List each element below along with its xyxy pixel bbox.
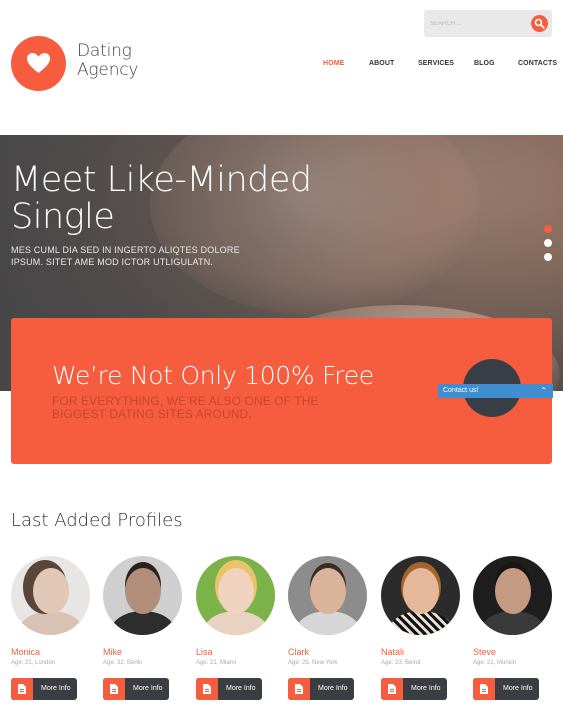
hero-title-line-2: Single [11,197,115,237]
more-info-label: More Info [318,685,348,692]
avatar[interactable] [473,556,552,635]
avatar-head [310,568,346,614]
button-icon-area [381,678,403,700]
logo[interactable] [11,36,66,91]
main-nav: HOME ABOUT SERVICES BLOG CONTACTS [318,60,558,70]
brand-line-2: Agency [77,60,139,80]
profile-meta: Age: 25, New York [288,660,338,666]
more-info-button[interactable]: More Info [288,678,354,700]
brand-name[interactable]: Dating Agency [77,42,138,80]
search-input[interactable] [430,16,526,31]
nav-services[interactable]: SERVICES [418,60,454,67]
document-icon [388,684,396,694]
hero-title: Meet Like-Minded Single [11,162,331,236]
avatar[interactable] [11,556,90,635]
nav-contacts[interactable]: CONTACTS [518,60,557,67]
button-icon-area [11,678,33,700]
profile-name[interactable]: Natali [381,647,404,657]
profile-meta: Age: 21, London [11,660,56,666]
contact-widget[interactable]: Contact us! ⌃ [438,384,553,398]
avatar-head [125,568,161,614]
more-info-button[interactable]: More Info [381,678,447,700]
profile-name[interactable]: Monica [11,647,40,657]
avatar-head [403,568,439,614]
search-icon [534,18,545,29]
slider-dot-2[interactable] [544,239,552,247]
more-info-label: More Info [133,685,163,692]
avatar[interactable] [381,556,460,635]
nav-home[interactable]: HOME [323,60,344,67]
search-box [424,10,552,37]
profile-name[interactable]: Lisa [196,647,213,657]
avatar-body [204,611,268,635]
document-icon [480,684,488,694]
avatar[interactable] [288,556,367,635]
more-info-button[interactable]: More Info [473,678,539,700]
profile-meta: Age: 23, Beirut [381,660,421,666]
avatar-body [296,611,360,635]
page: Dating Agency HOME ABOUT SERVICES BLOG C… [0,0,563,713]
nav-about[interactable]: ABOUT [369,60,394,67]
document-icon [203,684,211,694]
brand-line-1: Dating [77,41,132,61]
avatar[interactable] [103,556,182,635]
hero-title-line-1: Meet Like-Minded [11,160,312,200]
profile-name[interactable]: Clark [288,647,309,657]
avatar-head [495,568,531,614]
document-icon [110,684,118,694]
document-icon [18,684,26,694]
profile-name[interactable]: Steve [473,647,496,657]
more-info-button[interactable]: More Info [196,678,262,700]
nav-blog[interactable]: BLOG [474,60,495,67]
avatar-body [481,611,545,635]
profile-meta: Age: 21, Munich [473,660,517,666]
avatar-body [19,611,83,635]
banner-title: We’re Not Only 100% Free [52,361,374,390]
avatar[interactable] [196,556,275,635]
chevron-up-icon: ⌃ [540,386,547,395]
document-icon [295,684,303,694]
button-icon-area [196,678,218,700]
more-info-label: More Info [41,685,71,692]
button-icon-area [473,678,495,700]
avatar-body [111,611,175,635]
contact-widget-label: Contact us! [443,387,479,394]
hero-subtitle: MES CUML DIA SED IN INGERTO ALIQTES DOLO… [11,245,240,267]
avatar-head [218,568,254,614]
heart-icon [27,53,50,73]
more-info-label: More Info [411,685,441,692]
profile-meta: Age: 32, Berlin [103,660,143,666]
slider-dot-3[interactable] [544,253,552,261]
more-info-button[interactable]: More Info [103,678,169,700]
banner-subtitle: FOR EVERYTHING, WE’RE ALSO ONE OF THE BI… [52,394,319,421]
search-button[interactable] [531,15,548,32]
button-icon-area [103,678,125,700]
profile-name[interactable]: Mike [103,647,122,657]
more-info-button[interactable]: More Info [11,678,77,700]
avatar-head [33,568,69,614]
slider-dot-1[interactable] [544,225,552,233]
more-info-label: More Info [226,685,256,692]
more-info-label: More Info [503,685,533,692]
button-icon-area [288,678,310,700]
avatar-body [389,611,453,635]
profile-meta: Age: 21, Miami [196,660,237,666]
section-title: Last Added Profiles [11,510,183,531]
